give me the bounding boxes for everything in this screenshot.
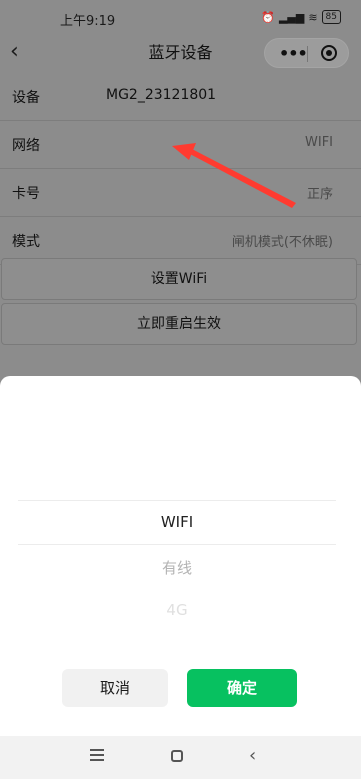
picker-divider <box>18 544 336 545</box>
system-back-icon[interactable]: ‹ <box>249 745 256 766</box>
home-icon[interactable] <box>171 750 183 762</box>
cancel-button[interactable]: 取消 <box>62 669 168 707</box>
arrow-shaft <box>188 148 296 208</box>
arrow-head <box>172 143 196 160</box>
network-picker-sheet: WIFI 有线 4G 取消 确定 <box>0 376 361 736</box>
picker-divider <box>18 500 336 501</box>
picker-option[interactable]: 4G <box>18 601 336 619</box>
system-nav-bar: ‹ <box>0 736 361 779</box>
annotation-arrow <box>172 143 296 208</box>
confirm-button[interactable]: 确定 <box>187 669 297 707</box>
picker-option[interactable]: 有线 <box>18 557 336 578</box>
picker-option-selected[interactable]: WIFI <box>18 513 336 531</box>
recent-apps-icon[interactable] <box>90 749 104 764</box>
